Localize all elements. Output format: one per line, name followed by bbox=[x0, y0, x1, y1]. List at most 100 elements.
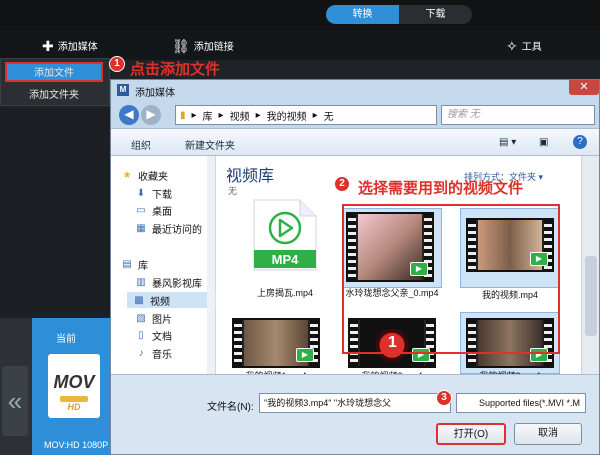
filename-label: 文件名(N): bbox=[207, 402, 254, 413]
mode-switch: 转换 下载 bbox=[326, 5, 472, 24]
top-bar bbox=[0, 0, 600, 30]
nav-label: 库 bbox=[138, 261, 148, 272]
forward-button[interactable]: ▶ bbox=[141, 105, 161, 125]
dialog-title: 添加媒体 bbox=[135, 88, 175, 99]
open-button[interactable]: 打开(O) bbox=[436, 423, 506, 445]
add-link-button[interactable]: ⛓ 添加链接 bbox=[172, 37, 234, 54]
address-row: ◀ ▶ ▮ ▸ 库 ▸ 视频 ▸ 我的视频 ▸ 无 ⟳ 搜索 无 bbox=[111, 100, 599, 128]
cancel-button[interactable]: 取消 bbox=[514, 423, 582, 445]
filename-input[interactable]: "我的视频3.mp4" "水玲珑想念父 bbox=[259, 393, 451, 413]
current-file-name: MOV:HD 1080P bbox=[44, 440, 109, 450]
library-folder-icon: ▥ bbox=[136, 277, 146, 288]
current-label: 当前 bbox=[56, 334, 76, 345]
collapse-panel-button[interactable]: « bbox=[2, 366, 28, 436]
mp4-label: MP4 bbox=[271, 252, 299, 267]
breadcrumb-library[interactable]: 库 bbox=[203, 108, 213, 123]
organize-button[interactable]: 组织 bbox=[131, 137, 151, 152]
mov-icon-hd: HD bbox=[67, 402, 81, 412]
chevron-right-icon: ▸ bbox=[255, 109, 261, 121]
address-bar[interactable]: ▮ ▸ 库 ▸ 视频 ▸ 我的视频 ▸ 无 ⟳ bbox=[175, 105, 497, 125]
menu-item-add-folder[interactable]: 添加文件夹 bbox=[5, 86, 103, 106]
app-logo-icon: M bbox=[117, 84, 129, 96]
preview-pane-icon[interactable]: ▣ bbox=[539, 137, 548, 148]
mov-file-icon: MOV HD bbox=[48, 354, 100, 418]
toolbar: ✚ 添加媒体 ⛓ 添加链接 ✧ 工具 bbox=[0, 30, 600, 60]
breadcrumb-videos[interactable]: 视频 bbox=[230, 108, 250, 123]
file-item[interactable]: MP4 上房揭瓦.mp4 bbox=[230, 198, 340, 298]
nav-baofeng-library[interactable]: ▥ 暴风影视库 bbox=[135, 275, 202, 290]
current-file-card[interactable]: 当前 MOV HD MOV:HD 1080P bbox=[32, 318, 112, 455]
nav-libraries[interactable]: ▤ 库 bbox=[121, 257, 148, 272]
nav-recent[interactable]: ▦ 最近访问的 bbox=[135, 221, 202, 236]
chevron-right-icon: ▸ bbox=[218, 109, 224, 121]
plus-icon: ✚ bbox=[42, 37, 54, 54]
new-folder-button[interactable]: 新建文件夹 bbox=[185, 137, 235, 152]
desktop-icon: ▭ bbox=[136, 205, 146, 216]
tools-icon: ✧ bbox=[506, 37, 518, 54]
video-icon: ▩ bbox=[134, 294, 144, 306]
music-icon: ♪ bbox=[138, 348, 144, 359]
view-options-icon[interactable]: ▤ ▾ bbox=[499, 137, 516, 148]
document-icon: ▯ bbox=[138, 330, 144, 341]
forward-arrow-icon: ▶ bbox=[146, 107, 156, 121]
file-list-scrollbar[interactable] bbox=[581, 156, 599, 374]
chevron-right-icon: ▸ bbox=[191, 109, 197, 121]
help-icon[interactable]: ? bbox=[573, 135, 587, 149]
menu-item-add-file[interactable]: 添加文件 bbox=[5, 62, 103, 82]
nav-label: 下载 bbox=[152, 190, 172, 201]
nav-downloads[interactable]: ⬇ 下载 bbox=[135, 186, 172, 201]
navigation-pane: ★ 收藏夹 ⬇ 下载 ▭ 桌面 ▦ 最近访问的 ▤ 库 ▥ 暴风影视库 ▩ 视频 ▧ 图片 ▯ 文… bbox=[111, 156, 223, 374]
download-icon: ⬇ bbox=[136, 188, 146, 199]
add-link-label: 添加链接 bbox=[193, 42, 234, 53]
annotation-number-3: 3 bbox=[436, 390, 452, 406]
file-name: 上房揭瓦.mp4 bbox=[256, 288, 313, 298]
video-thumbnail[interactable]: ▶ bbox=[232, 318, 320, 368]
filetype-select[interactable]: Supported files(*.MVI *.M bbox=[456, 393, 586, 413]
annotation-text-1: 点击添加文件 bbox=[130, 61, 221, 78]
annotation-text-2: 选择需要用到的视频文件 bbox=[358, 180, 524, 197]
scrollbar-thumb[interactable] bbox=[585, 256, 597, 336]
mov-icon-text: MOV bbox=[53, 372, 95, 392]
library-icon: ▤ bbox=[122, 259, 132, 270]
dialog-titlebar: M 添加媒体 ✕ bbox=[111, 80, 599, 100]
folder-icon: ▮ bbox=[180, 109, 186, 121]
command-bar: 组织 新建文件夹 ▤ ▾ ▣ ? bbox=[111, 128, 599, 156]
nav-desktop[interactable]: ▭ 桌面 bbox=[135, 203, 172, 218]
back-arrow-icon: ◀ bbox=[124, 107, 134, 121]
tab-convert[interactable]: 转换 bbox=[326, 5, 399, 24]
nav-documents[interactable]: ▯ 文档 bbox=[135, 328, 172, 343]
picture-icon: ▧ bbox=[136, 313, 146, 324]
recent-icon: ▦ bbox=[136, 223, 146, 234]
annotation-number-1: 1 bbox=[109, 56, 125, 72]
selection-annotation-box bbox=[342, 204, 560, 354]
nav-label: 视频 bbox=[150, 296, 170, 308]
nav-scrollbar[interactable] bbox=[207, 156, 215, 374]
nav-label: 音乐 bbox=[152, 350, 172, 361]
annotation-number-2: 2 bbox=[334, 176, 350, 192]
close-button[interactable]: ✕ bbox=[569, 80, 599, 95]
library-title: 视频库 bbox=[226, 168, 275, 185]
nav-label: 文档 bbox=[152, 332, 172, 343]
back-button[interactable]: ◀ bbox=[119, 105, 139, 125]
tools-button[interactable]: ✧ 工具 bbox=[506, 37, 542, 54]
breadcrumb-none[interactable]: 无 bbox=[324, 108, 334, 123]
add-media-dropdown: 添加文件 添加文件夹 bbox=[0, 58, 110, 106]
add-media-button[interactable]: ✚ 添加媒体 bbox=[42, 37, 98, 54]
nav-favorites[interactable]: ★ 收藏夹 bbox=[121, 168, 168, 183]
nav-music[interactable]: ♪ 音乐 bbox=[135, 346, 173, 361]
link-icon: ⛓ bbox=[172, 37, 190, 54]
library-subtitle: 无 bbox=[228, 186, 238, 196]
nav-pictures[interactable]: ▧ 图片 bbox=[135, 311, 172, 326]
search-input[interactable]: 搜索 无 bbox=[441, 105, 595, 125]
nav-label: 图片 bbox=[152, 315, 172, 326]
tools-label: 工具 bbox=[521, 42, 542, 53]
breadcrumb-my-videos[interactable]: 我的视频 bbox=[267, 108, 307, 123]
chevron-right-icon: ▸ bbox=[312, 109, 318, 121]
nav-label: 桌面 bbox=[152, 207, 172, 218]
nav-label: 收藏夹 bbox=[138, 172, 168, 183]
tab-download[interactable]: 下载 bbox=[399, 5, 472, 24]
nav-label: 最近访问的 bbox=[152, 225, 202, 236]
star-icon: ★ bbox=[122, 170, 132, 181]
dialog-footer: 文件名(N): "我的视频3.mp4" "水玲珑想念父 Supported fi… bbox=[111, 374, 599, 454]
add-media-label: 添加媒体 bbox=[57, 42, 98, 53]
